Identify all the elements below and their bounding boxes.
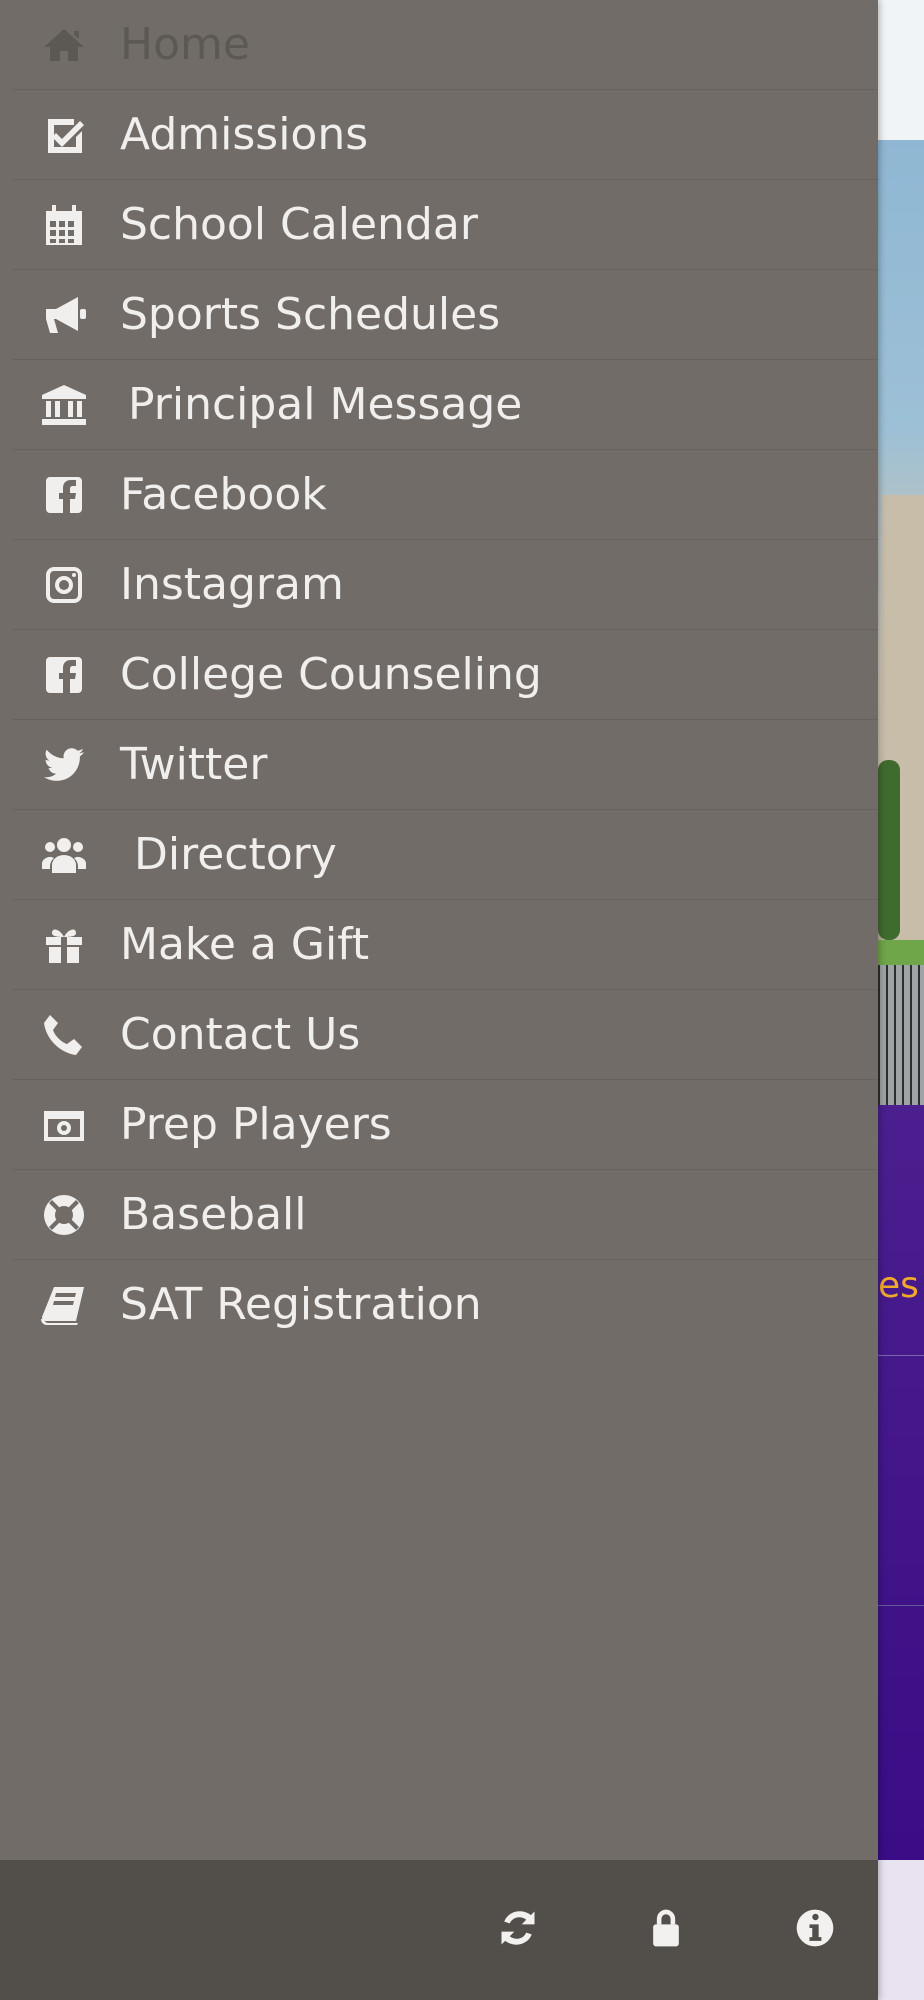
check-square-icon	[36, 107, 92, 163]
menu-item-label: School Calendar	[120, 199, 478, 250]
info-icon	[793, 1906, 837, 1954]
gift-icon	[36, 917, 92, 973]
refresh-icon	[496, 1906, 540, 1954]
menu-item-school-calendar[interactable]: School Calendar	[12, 180, 878, 270]
book-icon	[36, 1277, 92, 1333]
lock-icon	[644, 1906, 688, 1954]
institution-icon	[36, 377, 92, 433]
info-button[interactable]	[785, 1900, 845, 1960]
menu-item-label: Directory	[134, 829, 337, 880]
background-purple-section	[878, 1105, 924, 1860]
menu-item-label: Admissions	[120, 109, 369, 160]
users-icon	[36, 827, 92, 883]
menu-item-label: Contact Us	[120, 1009, 361, 1060]
drawer-footer	[0, 1860, 878, 2000]
menu-item-directory[interactable]: Directory	[12, 810, 878, 900]
menu-item-principal-message[interactable]: Principal Message	[12, 360, 878, 450]
background-header	[878, 0, 924, 140]
menu-item-instagram[interactable]: Instagram	[12, 540, 878, 630]
facebook-icon	[36, 647, 92, 703]
menu-item-make-a-gift[interactable]: Make a Gift	[12, 900, 878, 990]
menu-item-admissions[interactable]: Admissions	[12, 90, 878, 180]
menu-item-prep-players[interactable]: Prep Players	[12, 1080, 878, 1170]
drawer-menu: Home Admissions School Calendar Sports S…	[0, 0, 878, 1349]
life-ring-icon	[36, 1187, 92, 1243]
phone-icon	[36, 1007, 92, 1063]
menu-item-label: College Counseling	[120, 649, 542, 700]
menu-item-label: Twitter	[120, 739, 268, 790]
megaphone-icon	[36, 287, 92, 343]
menu-item-sat-registration[interactable]: SAT Registration	[12, 1260, 878, 1349]
lock-button[interactable]	[636, 1900, 696, 1960]
menu-item-label: SAT Registration	[120, 1279, 482, 1330]
menu-item-label: Principal Message	[128, 379, 523, 430]
calendar-icon	[36, 197, 92, 253]
background-footer	[878, 1860, 924, 2000]
menu-item-sports-schedules[interactable]: Sports Schedules	[12, 270, 878, 360]
instagram-icon	[36, 557, 92, 613]
menu-item-twitter[interactable]: Twitter	[12, 720, 878, 810]
camera-icon	[36, 1097, 92, 1153]
background-partial-text: es	[878, 1265, 919, 1306]
menu-item-label: Home	[120, 19, 250, 70]
refresh-button[interactable]	[488, 1900, 548, 1960]
home-icon	[36, 17, 92, 73]
menu-item-baseball[interactable]: Baseball	[12, 1170, 878, 1260]
menu-item-label: Sports Schedules	[120, 289, 501, 340]
menu-item-label: Instagram	[120, 559, 344, 610]
menu-item-label: Make a Gift	[120, 919, 370, 970]
menu-item-label: Prep Players	[120, 1099, 392, 1150]
menu-item-facebook[interactable]: Facebook	[12, 450, 878, 540]
menu-item-contact-us[interactable]: Contact Us	[12, 990, 878, 1080]
twitter-icon	[36, 737, 92, 793]
navigation-drawer: Home Admissions School Calendar Sports S…	[0, 0, 878, 2000]
menu-item-label: Baseball	[120, 1189, 307, 1240]
menu-item-college-counseling[interactable]: College Counseling	[12, 630, 878, 720]
facebook-icon	[36, 467, 92, 523]
menu-item-label: Facebook	[120, 469, 327, 520]
background-campus-photo	[878, 140, 924, 1105]
menu-item-home[interactable]: Home	[12, 0, 878, 90]
